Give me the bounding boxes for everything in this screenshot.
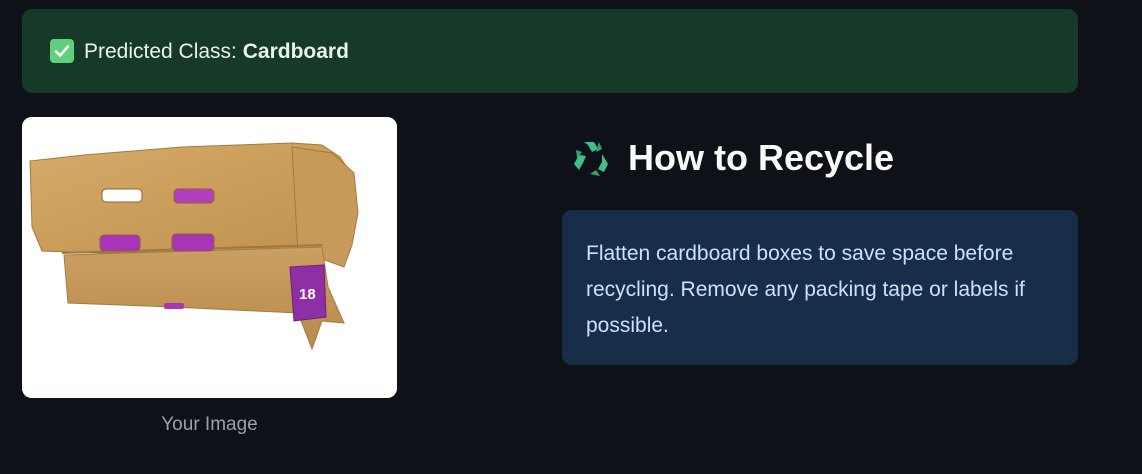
box-label-18: 18 <box>299 286 316 303</box>
prediction-prefix: Predicted Class: <box>84 39 243 63</box>
recycle-instructions: Flatten cardboard boxes to save space be… <box>586 242 1025 337</box>
recycle-heading-text: How to Recycle <box>628 137 895 178</box>
uploaded-image: 18 <box>22 117 397 398</box>
recycle-info-box: Flatten cardboard boxes to save space be… <box>562 210 1078 365</box>
prediction-text: Predicted Class: Cardboard <box>84 41 349 62</box>
cardboard-box-photo: 18 <box>22 117 397 398</box>
image-caption: Your Image <box>161 414 258 435</box>
prediction-success-alert: Predicted Class: Cardboard <box>22 9 1078 93</box>
recycle-heading: How to Recycle <box>568 136 894 180</box>
predicted-class: Cardboard <box>242 39 349 63</box>
check-box-icon <box>50 39 74 63</box>
recycle-icon <box>568 136 612 180</box>
